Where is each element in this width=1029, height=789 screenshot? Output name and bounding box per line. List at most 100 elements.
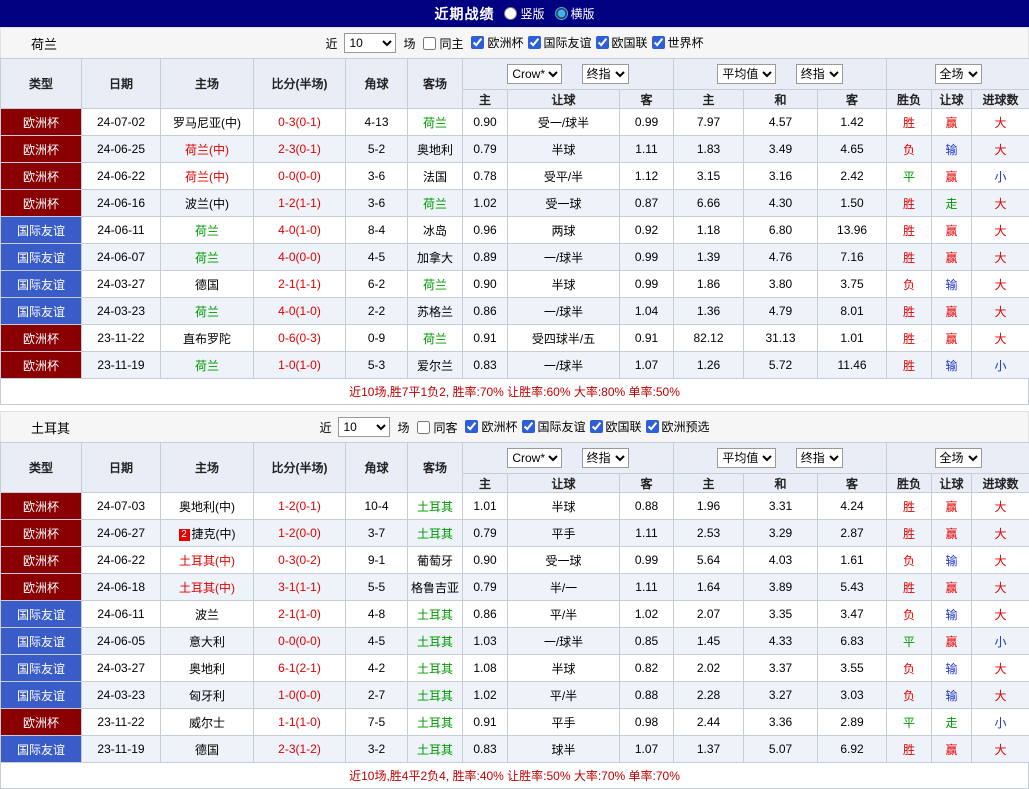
odds-home: 0.90 bbox=[463, 547, 508, 574]
away-team[interactable]: 格鲁吉亚 bbox=[408, 574, 463, 601]
home-team[interactable]: 意大利 bbox=[161, 628, 254, 655]
league-filter[interactable]: 欧洲预选 bbox=[642, 418, 710, 435]
result-wdl: 胜 bbox=[887, 493, 932, 520]
away-team[interactable]: 苏格兰 bbox=[408, 298, 463, 325]
home-team[interactable]: 2捷克(中) bbox=[161, 520, 254, 547]
average-select[interactable]: 平均值 bbox=[717, 64, 776, 84]
home-team[interactable]: 直布罗陀 bbox=[161, 325, 254, 352]
league-filter[interactable]: 国际友谊 bbox=[518, 418, 586, 435]
league-checkbox[interactable] bbox=[590, 420, 603, 433]
home-team[interactable]: 德国 bbox=[161, 736, 254, 763]
col-away: 客场 bbox=[408, 59, 463, 109]
odds-home: 0.79 bbox=[463, 136, 508, 163]
bookmaker-select[interactable]: Crow* bbox=[507, 448, 562, 468]
match-score: 1-2(0-1) bbox=[254, 493, 346, 520]
away-team[interactable]: 加拿大 bbox=[408, 244, 463, 271]
league-checkbox[interactable] bbox=[652, 36, 665, 49]
match-count-select[interactable]: 10 bbox=[344, 33, 396, 53]
league-checkbox[interactable] bbox=[596, 36, 609, 49]
avg-odds-away: 6.92 bbox=[818, 736, 887, 763]
odds-home: 1.08 bbox=[463, 655, 508, 682]
result-goals: 大 bbox=[972, 682, 1029, 709]
away-team[interactable]: 葡萄牙 bbox=[408, 547, 463, 574]
league-filter[interactable]: 欧国联 bbox=[586, 418, 642, 435]
home-team[interactable]: 荷兰 bbox=[161, 298, 254, 325]
league-checkbox[interactable] bbox=[646, 420, 659, 433]
away-team[interactable]: 荷兰 bbox=[408, 190, 463, 217]
league-checkbox[interactable] bbox=[528, 36, 541, 49]
home-team[interactable]: 荷兰(中) bbox=[161, 136, 254, 163]
league-checkbox[interactable] bbox=[465, 420, 478, 433]
layout-option-horizontal[interactable]: 横版 bbox=[555, 5, 595, 22]
scope-select[interactable]: 全场 bbox=[935, 448, 982, 468]
home-team[interactable]: 德国 bbox=[161, 271, 254, 298]
vertical-layout-radio[interactable] bbox=[504, 7, 517, 20]
corner-score: 0-9 bbox=[346, 325, 408, 352]
bookmaker-select[interactable]: Crow* bbox=[507, 64, 562, 84]
home-team[interactable]: 荷兰(中) bbox=[161, 163, 254, 190]
away-team[interactable]: 土耳其 bbox=[408, 493, 463, 520]
final-odds-select[interactable]: 终指 bbox=[582, 64, 629, 84]
league-filter[interactable]: 国际友谊 bbox=[524, 34, 592, 51]
away-team[interactable]: 冰岛 bbox=[408, 217, 463, 244]
league-badge: 国际友谊 bbox=[1, 298, 82, 325]
home-team[interactable]: 奥地利 bbox=[161, 655, 254, 682]
home-team[interactable]: 土耳其(中) bbox=[161, 547, 254, 574]
league-filter[interactable]: 欧洲杯 bbox=[461, 418, 517, 435]
league-filter[interactable]: 世界杯 bbox=[648, 34, 704, 51]
odds-away: 1.11 bbox=[620, 136, 674, 163]
away-team[interactable]: 土耳其 bbox=[408, 628, 463, 655]
scope-select[interactable]: 全场 bbox=[935, 64, 982, 84]
corner-score: 2-2 bbox=[346, 298, 408, 325]
avg-odds-away: 8.01 bbox=[818, 298, 887, 325]
result-goals: 大 bbox=[972, 574, 1029, 601]
away-team[interactable]: 法国 bbox=[408, 163, 463, 190]
away-team[interactable]: 荷兰 bbox=[408, 271, 463, 298]
home-team[interactable]: 匈牙利 bbox=[161, 682, 254, 709]
home-team[interactable]: 荷兰 bbox=[161, 217, 254, 244]
away-team[interactable]: 爱尔兰 bbox=[408, 352, 463, 379]
avg-odds-away: 4.24 bbox=[818, 493, 887, 520]
home-team[interactable]: 荷兰 bbox=[161, 244, 254, 271]
final-odds-select[interactable]: 终指 bbox=[582, 448, 629, 468]
match-count-select[interactable]: 10 bbox=[338, 417, 390, 437]
col-score: 比分(半场) bbox=[254, 443, 346, 493]
home-team[interactable]: 波兰(中) bbox=[161, 190, 254, 217]
same-venue-filter[interactable]: 同客 bbox=[413, 419, 457, 436]
league-checkbox[interactable] bbox=[522, 420, 535, 433]
same-venue-checkbox[interactable] bbox=[423, 37, 436, 50]
away-team[interactable]: 土耳其 bbox=[408, 655, 463, 682]
league-filter[interactable]: 欧洲杯 bbox=[467, 34, 523, 51]
final-odds-select-2[interactable]: 终指 bbox=[796, 64, 843, 84]
league-checkbox[interactable] bbox=[471, 36, 484, 49]
match-date: 23-11-19 bbox=[82, 736, 161, 763]
home-team[interactable]: 奥地利(中) bbox=[161, 493, 254, 520]
away-team[interactable]: 土耳其 bbox=[408, 682, 463, 709]
same-venue-checkbox[interactable] bbox=[417, 421, 430, 434]
away-team[interactable]: 土耳其 bbox=[408, 520, 463, 547]
home-team[interactable]: 土耳其(中) bbox=[161, 574, 254, 601]
home-team[interactable]: 荷兰 bbox=[161, 352, 254, 379]
match-date: 24-06-11 bbox=[82, 601, 161, 628]
final-odds-select-2[interactable]: 终指 bbox=[796, 448, 843, 468]
horizontal-layout-radio[interactable] bbox=[555, 7, 568, 20]
league-filters: 欧洲杯国际友谊欧国联欧洲预选 bbox=[461, 418, 709, 436]
away-team[interactable]: 土耳其 bbox=[408, 601, 463, 628]
away-team[interactable]: 荷兰 bbox=[408, 325, 463, 352]
layout-option-vertical[interactable]: 竖版 bbox=[504, 5, 544, 22]
average-select[interactable]: 平均值 bbox=[717, 448, 776, 468]
away-team[interactable]: 土耳其 bbox=[408, 736, 463, 763]
avg-odds-home: 2.28 bbox=[674, 682, 744, 709]
result-handicap: 赢 bbox=[932, 109, 972, 136]
same-venue-filter[interactable]: 同主 bbox=[419, 35, 463, 52]
league-filter[interactable]: 欧国联 bbox=[592, 34, 648, 51]
away-team[interactable]: 荷兰 bbox=[408, 109, 463, 136]
away-team[interactable]: 奥地利 bbox=[408, 136, 463, 163]
home-team[interactable]: 罗马尼亚(中) bbox=[161, 109, 254, 136]
league-checkbox-label: 欧洲杯 bbox=[481, 418, 517, 435]
avg-odds-home: 2.53 bbox=[674, 520, 744, 547]
home-team[interactable]: 威尔士 bbox=[161, 709, 254, 736]
home-team[interactable]: 波兰 bbox=[161, 601, 254, 628]
away-team[interactable]: 土耳其 bbox=[408, 709, 463, 736]
avg-odds-draw: 3.35 bbox=[744, 601, 818, 628]
